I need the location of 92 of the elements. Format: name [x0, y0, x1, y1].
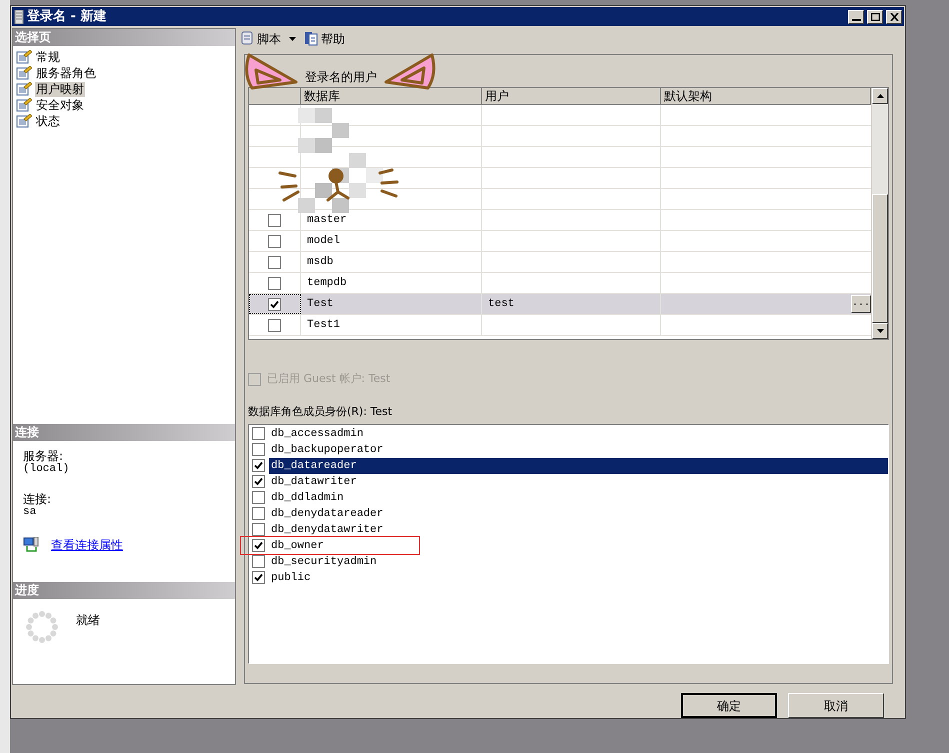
page-icon [16, 66, 32, 80]
whisker-drawing [378, 168, 398, 198]
server-label: 服务器: [23, 450, 64, 463]
caret-icon [289, 36, 296, 40]
checkbox[interactable] [252, 475, 265, 488]
vertical-scrollbar[interactable] [871, 88, 888, 339]
close-button[interactable] [886, 10, 902, 24]
server-value: (local) [23, 463, 70, 475]
whisker-drawing [278, 172, 300, 202]
section-header: 连接 [13, 424, 235, 441]
connection-value: sa [23, 506, 38, 518]
table-row[interactable]: tempdb [249, 273, 871, 294]
progress-status: 就绪 [76, 613, 100, 629]
table-cell-text: master [307, 212, 347, 228]
role-membership-label: 数据库角色成员身份(R): Test [248, 404, 394, 418]
role-item[interactable]: db_securityadmin [269, 554, 379, 570]
connection-label: 连接: [23, 493, 52, 506]
check-icon [254, 573, 263, 582]
checkbox[interactable] [252, 507, 265, 520]
role-item[interactable]: public [269, 570, 313, 586]
up-arrow-icon [876, 94, 884, 98]
document-icon [304, 31, 319, 46]
maximize-button[interactable] [867, 10, 883, 24]
role-item[interactable]: db_ddladmin [269, 490, 346, 506]
sidebar-item[interactable]: 服务器角色 [35, 66, 97, 80]
checkbox[interactable] [252, 555, 265, 568]
sidebar-item[interactable]: 用户映射 [35, 82, 85, 96]
role-item[interactable]: db_datareader [269, 458, 888, 474]
cat-ear-drawing [384, 54, 436, 90]
checkbox[interactable] [268, 234, 281, 248]
network-computer-icon [23, 537, 39, 553]
column-header[interactable]: 默认架构 [661, 88, 871, 105]
window-icon [14, 10, 24, 24]
cat-nose-drawing [326, 168, 350, 202]
page-icon [16, 82, 32, 96]
close-icon [890, 12, 898, 20]
checkbox[interactable] [252, 427, 265, 440]
table-row[interactable]: Test test ... [249, 294, 871, 315]
spinner-icon [26, 611, 58, 643]
role-item[interactable]: db_owner [269, 538, 326, 554]
checkbox[interactable] [252, 571, 265, 584]
scroll-icon [240, 31, 255, 46]
sidebar-item[interactable]: 状态 [35, 114, 61, 128]
maximize-icon [870, 12, 880, 20]
role-item[interactable]: db_backupoperator [269, 442, 386, 458]
sidebar-item[interactable]: 常规 [35, 50, 61, 64]
window-title: 登录名 - 新建 [27, 8, 106, 26]
section-header: 进度 [13, 582, 235, 599]
checkbox[interactable] [252, 443, 265, 456]
table-row[interactable]: Test1 [249, 315, 871, 336]
script-dropdown-button[interactable]: 脚本 [240, 30, 296, 48]
checkbox[interactable] [252, 539, 265, 552]
guest-account-label: 已启用 Guest 帐户: Test [267, 371, 390, 387]
role-item[interactable]: db_denydatawriter [269, 522, 386, 538]
role-item[interactable]: db_datawriter [269, 474, 359, 490]
role-item[interactable]: db_denydatareader [269, 506, 386, 522]
checkbox[interactable] [268, 318, 281, 332]
page-icon [16, 50, 32, 64]
user-mapping-label: 登录名的用户 [305, 70, 378, 84]
checkbox[interactable] [268, 256, 281, 268]
table-row[interactable]: model [249, 231, 871, 252]
minimize-icon [852, 18, 860, 20]
browse-button[interactable]: ... [851, 295, 871, 313]
table-cell-text: Test [307, 296, 334, 312]
minimize-button[interactable] [848, 10, 864, 24]
checkbox[interactable] [252, 491, 265, 504]
role-item[interactable]: db_accessadmin [269, 426, 366, 442]
checkbox[interactable] [268, 298, 281, 310]
table-cell-text: msdb [307, 254, 334, 270]
down-arrow-icon [876, 329, 884, 333]
check-icon [254, 541, 263, 550]
connection-properties-link[interactable]: 查看连接属性 [51, 536, 123, 554]
column-header[interactable]: 用户 [482, 88, 661, 105]
table-cell-text: tempdb [307, 276, 347, 291]
checkbox[interactable] [252, 523, 265, 536]
checkbox[interactable] [268, 276, 281, 290]
table-row[interactable]: master [249, 210, 871, 231]
help-button[interactable]: 帮助 [304, 30, 345, 48]
page-icon [16, 98, 32, 112]
table-row[interactable]: msdb [249, 252, 871, 273]
checkbox[interactable] [252, 459, 265, 472]
cancel-button[interactable]: 取消 [788, 693, 884, 718]
ok-button[interactable]: 确定 [681, 693, 777, 718]
checkbox[interactable] [268, 214, 281, 226]
sidebar-item[interactable]: 安全对象 [35, 98, 85, 112]
table-cell-text: model [307, 234, 340, 249]
section-header: 选择页 [13, 29, 235, 46]
page-icon [16, 114, 32, 128]
table-cell-text: test [488, 296, 514, 312]
cat-ear-drawing [245, 54, 298, 90]
check-icon [270, 300, 279, 308]
table-cell-text: Test1 [307, 318, 340, 333]
